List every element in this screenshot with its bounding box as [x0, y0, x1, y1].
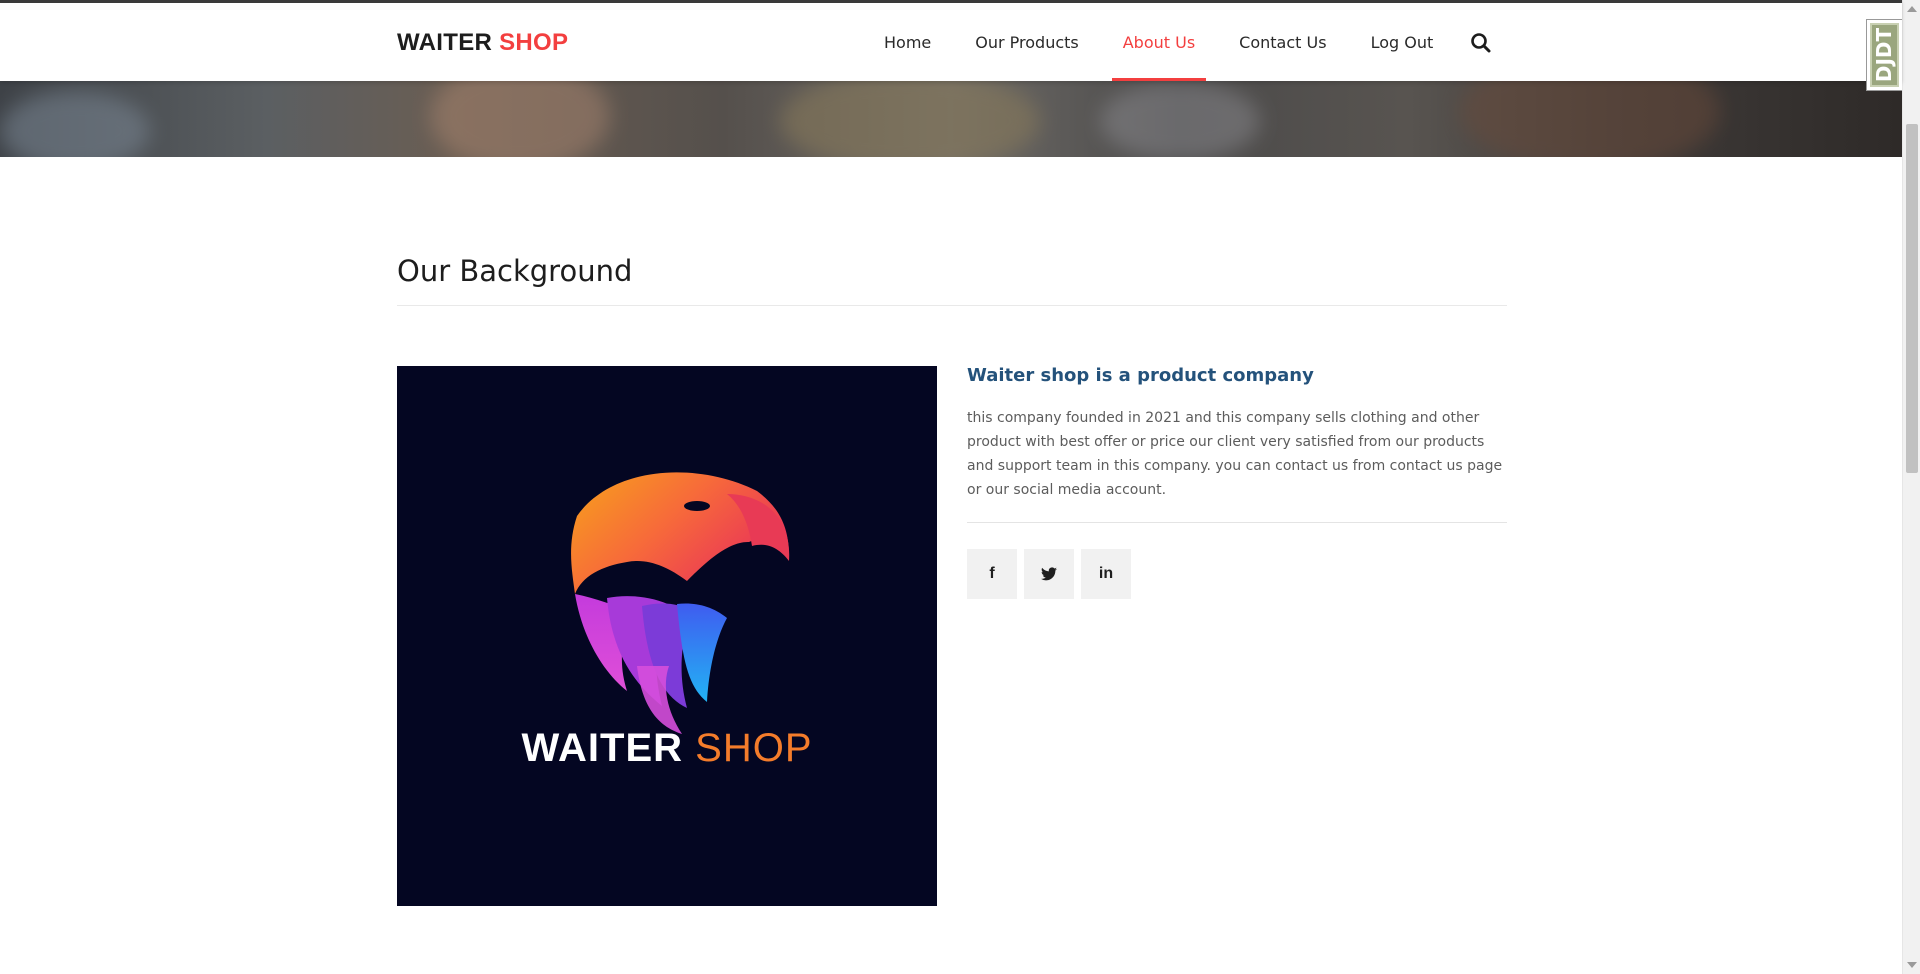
- section-title: Our Background: [397, 254, 633, 288]
- facebook-button[interactable]: f: [967, 549, 1017, 599]
- brand-logo-image: WAITER SHOP: [397, 366, 937, 906]
- twitter-button[interactable]: [1024, 549, 1074, 599]
- about-heading: Waiter shop is a product company: [967, 365, 1314, 386]
- site-header: WAITER SHOP Home Our Products About Us C…: [0, 0, 1902, 81]
- brand-word-primary: WAITER: [521, 726, 684, 770]
- nav-about-us[interactable]: About Us: [1101, 3, 1217, 81]
- linkedin-button[interactable]: in: [1081, 549, 1131, 599]
- section-divider: [397, 305, 1507, 306]
- facebook-icon: f: [989, 565, 995, 582]
- scroll-thumb[interactable]: [1906, 124, 1918, 473]
- linkedin-icon: in: [1098, 565, 1114, 582]
- social-links: f in: [967, 549, 1131, 599]
- debug-toolbar-badge: DJDT: [1870, 23, 1899, 87]
- scroll-up-arrow-icon[interactable]: [1907, 6, 1917, 12]
- nav-home[interactable]: Home: [862, 3, 953, 81]
- nav-log-out[interactable]: Log Out: [1349, 3, 1456, 81]
- about-divider: [967, 522, 1507, 523]
- debug-toolbar-handle[interactable]: DJDT: [1866, 19, 1902, 91]
- brand-wordmark: WAITER SHOP: [397, 726, 937, 771]
- logo-primary-text: WAITER: [397, 29, 493, 56]
- about-body: this company founded in 2021 and this co…: [967, 410, 1503, 498]
- logo-accent-text: SHOP: [499, 29, 569, 56]
- page-scrollbar[interactable]: [1902, 0, 1920, 974]
- debug-toolbar-label: DJDT: [1872, 27, 1897, 83]
- search-icon[interactable]: [1469, 31, 1493, 55]
- scroll-down-arrow-icon[interactable]: [1907, 962, 1917, 968]
- hero-banner-image: [0, 81, 1902, 157]
- twitter-icon: [1041, 567, 1057, 581]
- brand-word-accent: SHOP: [695, 726, 813, 770]
- main-nav: Home Our Products About Us Contact Us Lo…: [862, 3, 1455, 81]
- nav-contact-us[interactable]: Contact Us: [1217, 3, 1348, 81]
- nav-our-products[interactable]: Our Products: [953, 3, 1100, 81]
- eagle-icon: [571, 472, 790, 734]
- site-logo[interactable]: WAITER SHOP: [397, 29, 568, 57]
